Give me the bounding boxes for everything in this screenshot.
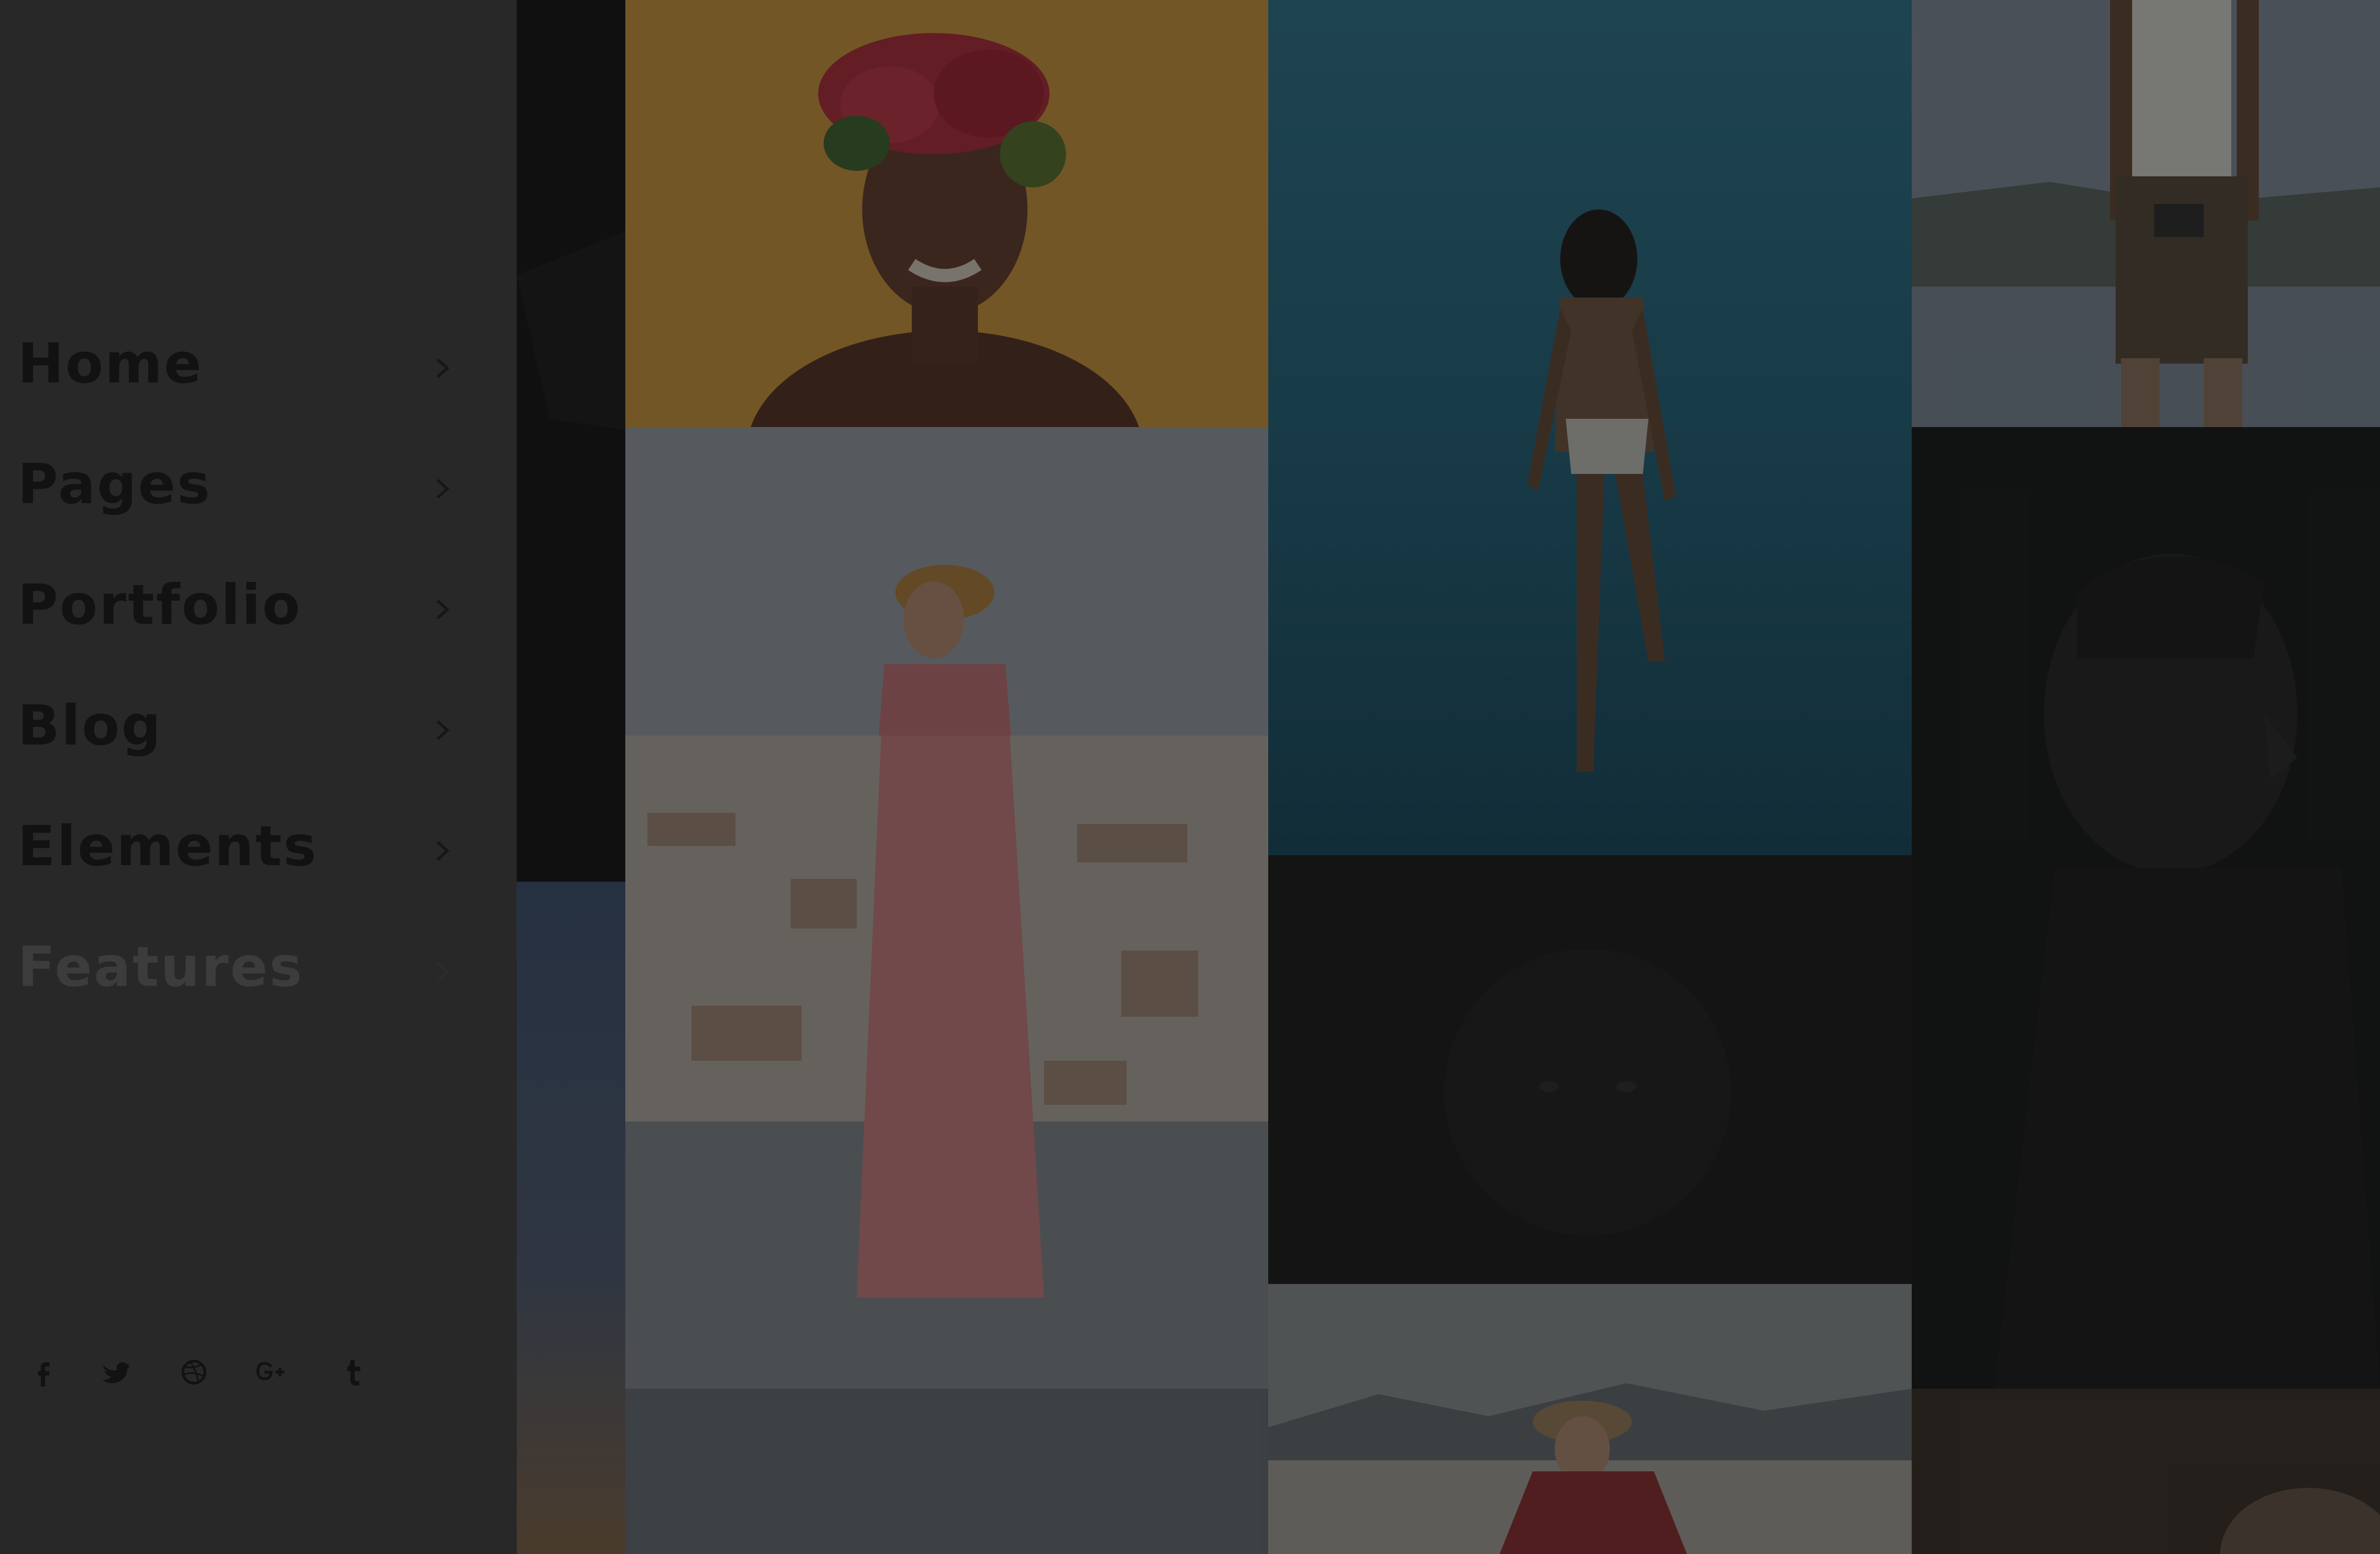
page: Home Pages Portfolio Blog Elements Featu… [0, 0, 2380, 1554]
menu-item-features[interactable]: Features [0, 923, 517, 1044]
menu-item-label: Portfolio [18, 573, 302, 637]
menu-item-label: Features [18, 935, 304, 999]
menu-item-pages[interactable]: Pages [0, 440, 517, 561]
facebook-icon[interactable] [22, 1350, 66, 1394]
chevron-right-icon [434, 352, 451, 385]
chevron-right-icon [434, 472, 451, 505]
menu-item-label: Home [18, 331, 203, 396]
menu-item-label: Pages [18, 452, 212, 516]
main-menu: Home Pages Portfolio Blog Elements Featu… [0, 320, 517, 1044]
chevron-right-icon [434, 593, 451, 626]
menu-item-elements[interactable]: Elements [0, 802, 517, 923]
menu-item-portfolio[interactable]: Portfolio [0, 561, 517, 682]
tumblr-icon[interactable] [331, 1350, 375, 1394]
menu-item-label: Elements [18, 814, 318, 878]
menu-backdrop-overlay[interactable] [517, 0, 2380, 1554]
chevron-right-icon [434, 834, 451, 867]
twitter-icon[interactable] [94, 1350, 138, 1394]
menu-item-home[interactable]: Home [0, 320, 517, 440]
side-navigation-panel: Home Pages Portfolio Blog Elements Featu… [0, 0, 517, 1554]
google-plus-icon[interactable] [249, 1350, 293, 1394]
chevron-right-icon [434, 955, 451, 988]
dribbble-icon[interactable] [172, 1350, 216, 1394]
menu-item-blog[interactable]: Blog [0, 682, 517, 802]
chevron-right-icon [434, 714, 451, 747]
menu-item-label: Blog [18, 693, 163, 758]
